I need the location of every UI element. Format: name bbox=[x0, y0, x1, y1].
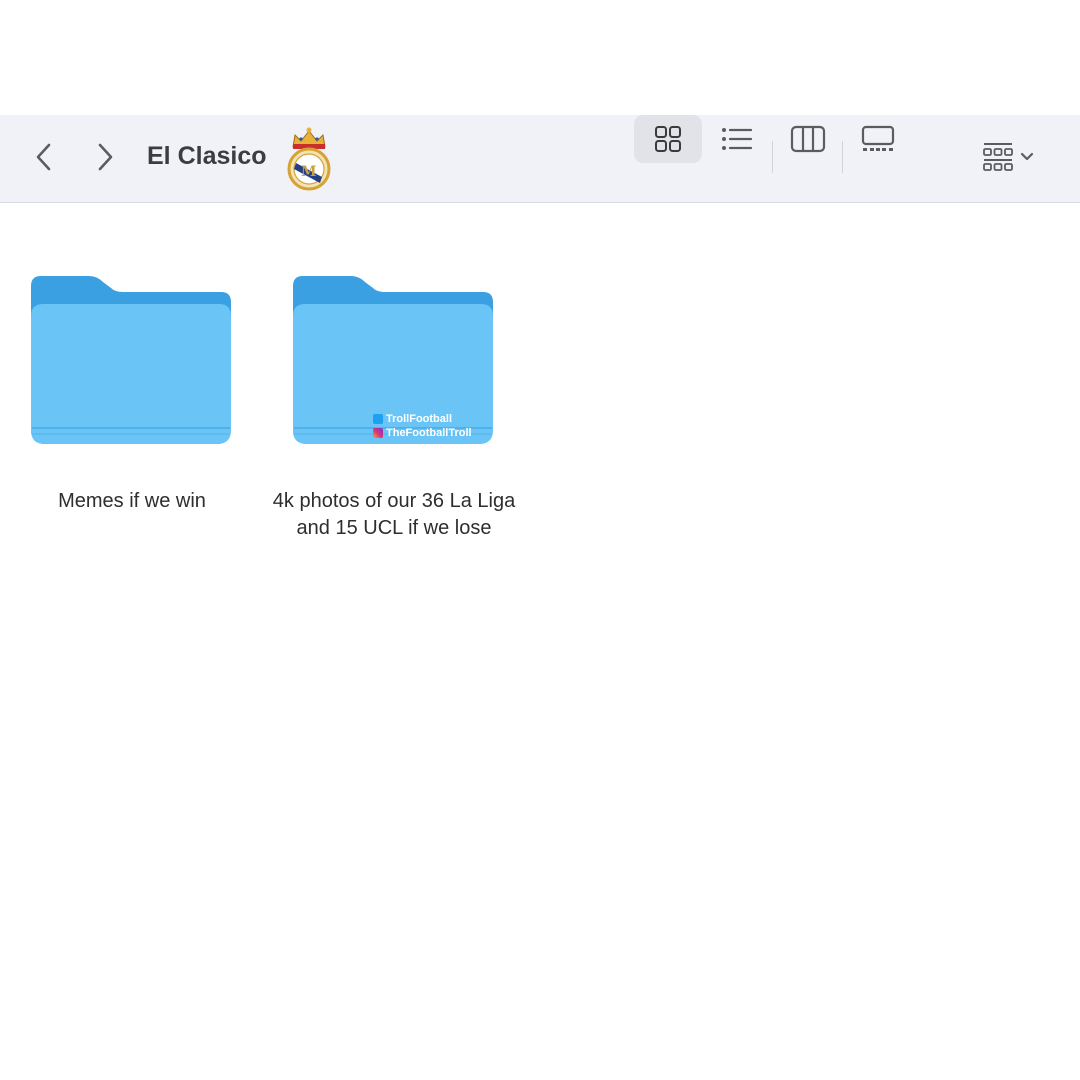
back-button[interactable] bbox=[22, 135, 66, 179]
chevron-down-icon bbox=[1020, 152, 1034, 161]
folder-icon bbox=[31, 276, 231, 444]
folder-item[interactable]: Memes if we win bbox=[2, 268, 262, 515]
gallery-view-button[interactable] bbox=[844, 115, 912, 163]
list-icon bbox=[722, 128, 753, 150]
twitter-icon bbox=[373, 414, 383, 424]
real-madrid-crest-icon: M bbox=[287, 127, 331, 191]
window-title: El Clasico bbox=[147, 142, 267, 170]
chevron-left-icon bbox=[36, 143, 51, 171]
list-view-button[interactable] bbox=[703, 115, 771, 163]
toolbar-divider bbox=[772, 141, 773, 173]
group-by-icon bbox=[983, 143, 1013, 171]
grid-icon bbox=[655, 126, 681, 152]
folder-label: 4k photos of our 36 La Liga and 15 UCL i… bbox=[272, 490, 516, 539]
toolbar: El Clasico M bbox=[0, 115, 1080, 203]
chevron-right-icon bbox=[98, 143, 113, 171]
watermark-twitter-handle: TrollFootball bbox=[386, 413, 452, 425]
group-by-button[interactable] bbox=[972, 133, 1056, 181]
gallery-icon bbox=[861, 125, 895, 151]
icon-view-button[interactable] bbox=[634, 115, 702, 163]
watermark-instagram-handle: TheFootballTroll bbox=[386, 427, 472, 439]
columns-icon bbox=[790, 125, 826, 153]
folder-label: Memes if we win bbox=[58, 490, 206, 512]
column-view-button[interactable] bbox=[774, 115, 842, 163]
folder-item[interactable]: TrollFootball TheFootballTroll 4k photos… bbox=[264, 268, 524, 542]
finder-window: El Clasico M Memes if we win TrollFootba… bbox=[0, 0, 1080, 1080]
forward-button[interactable] bbox=[83, 135, 127, 179]
instagram-icon bbox=[373, 428, 383, 438]
watermark: TrollFootball TheFootballTroll bbox=[373, 412, 472, 440]
svg-text:M: M bbox=[301, 164, 317, 180]
folder-icon-wrap: TrollFootball TheFootballTroll bbox=[291, 268, 497, 448]
toolbar-divider bbox=[842, 141, 843, 173]
